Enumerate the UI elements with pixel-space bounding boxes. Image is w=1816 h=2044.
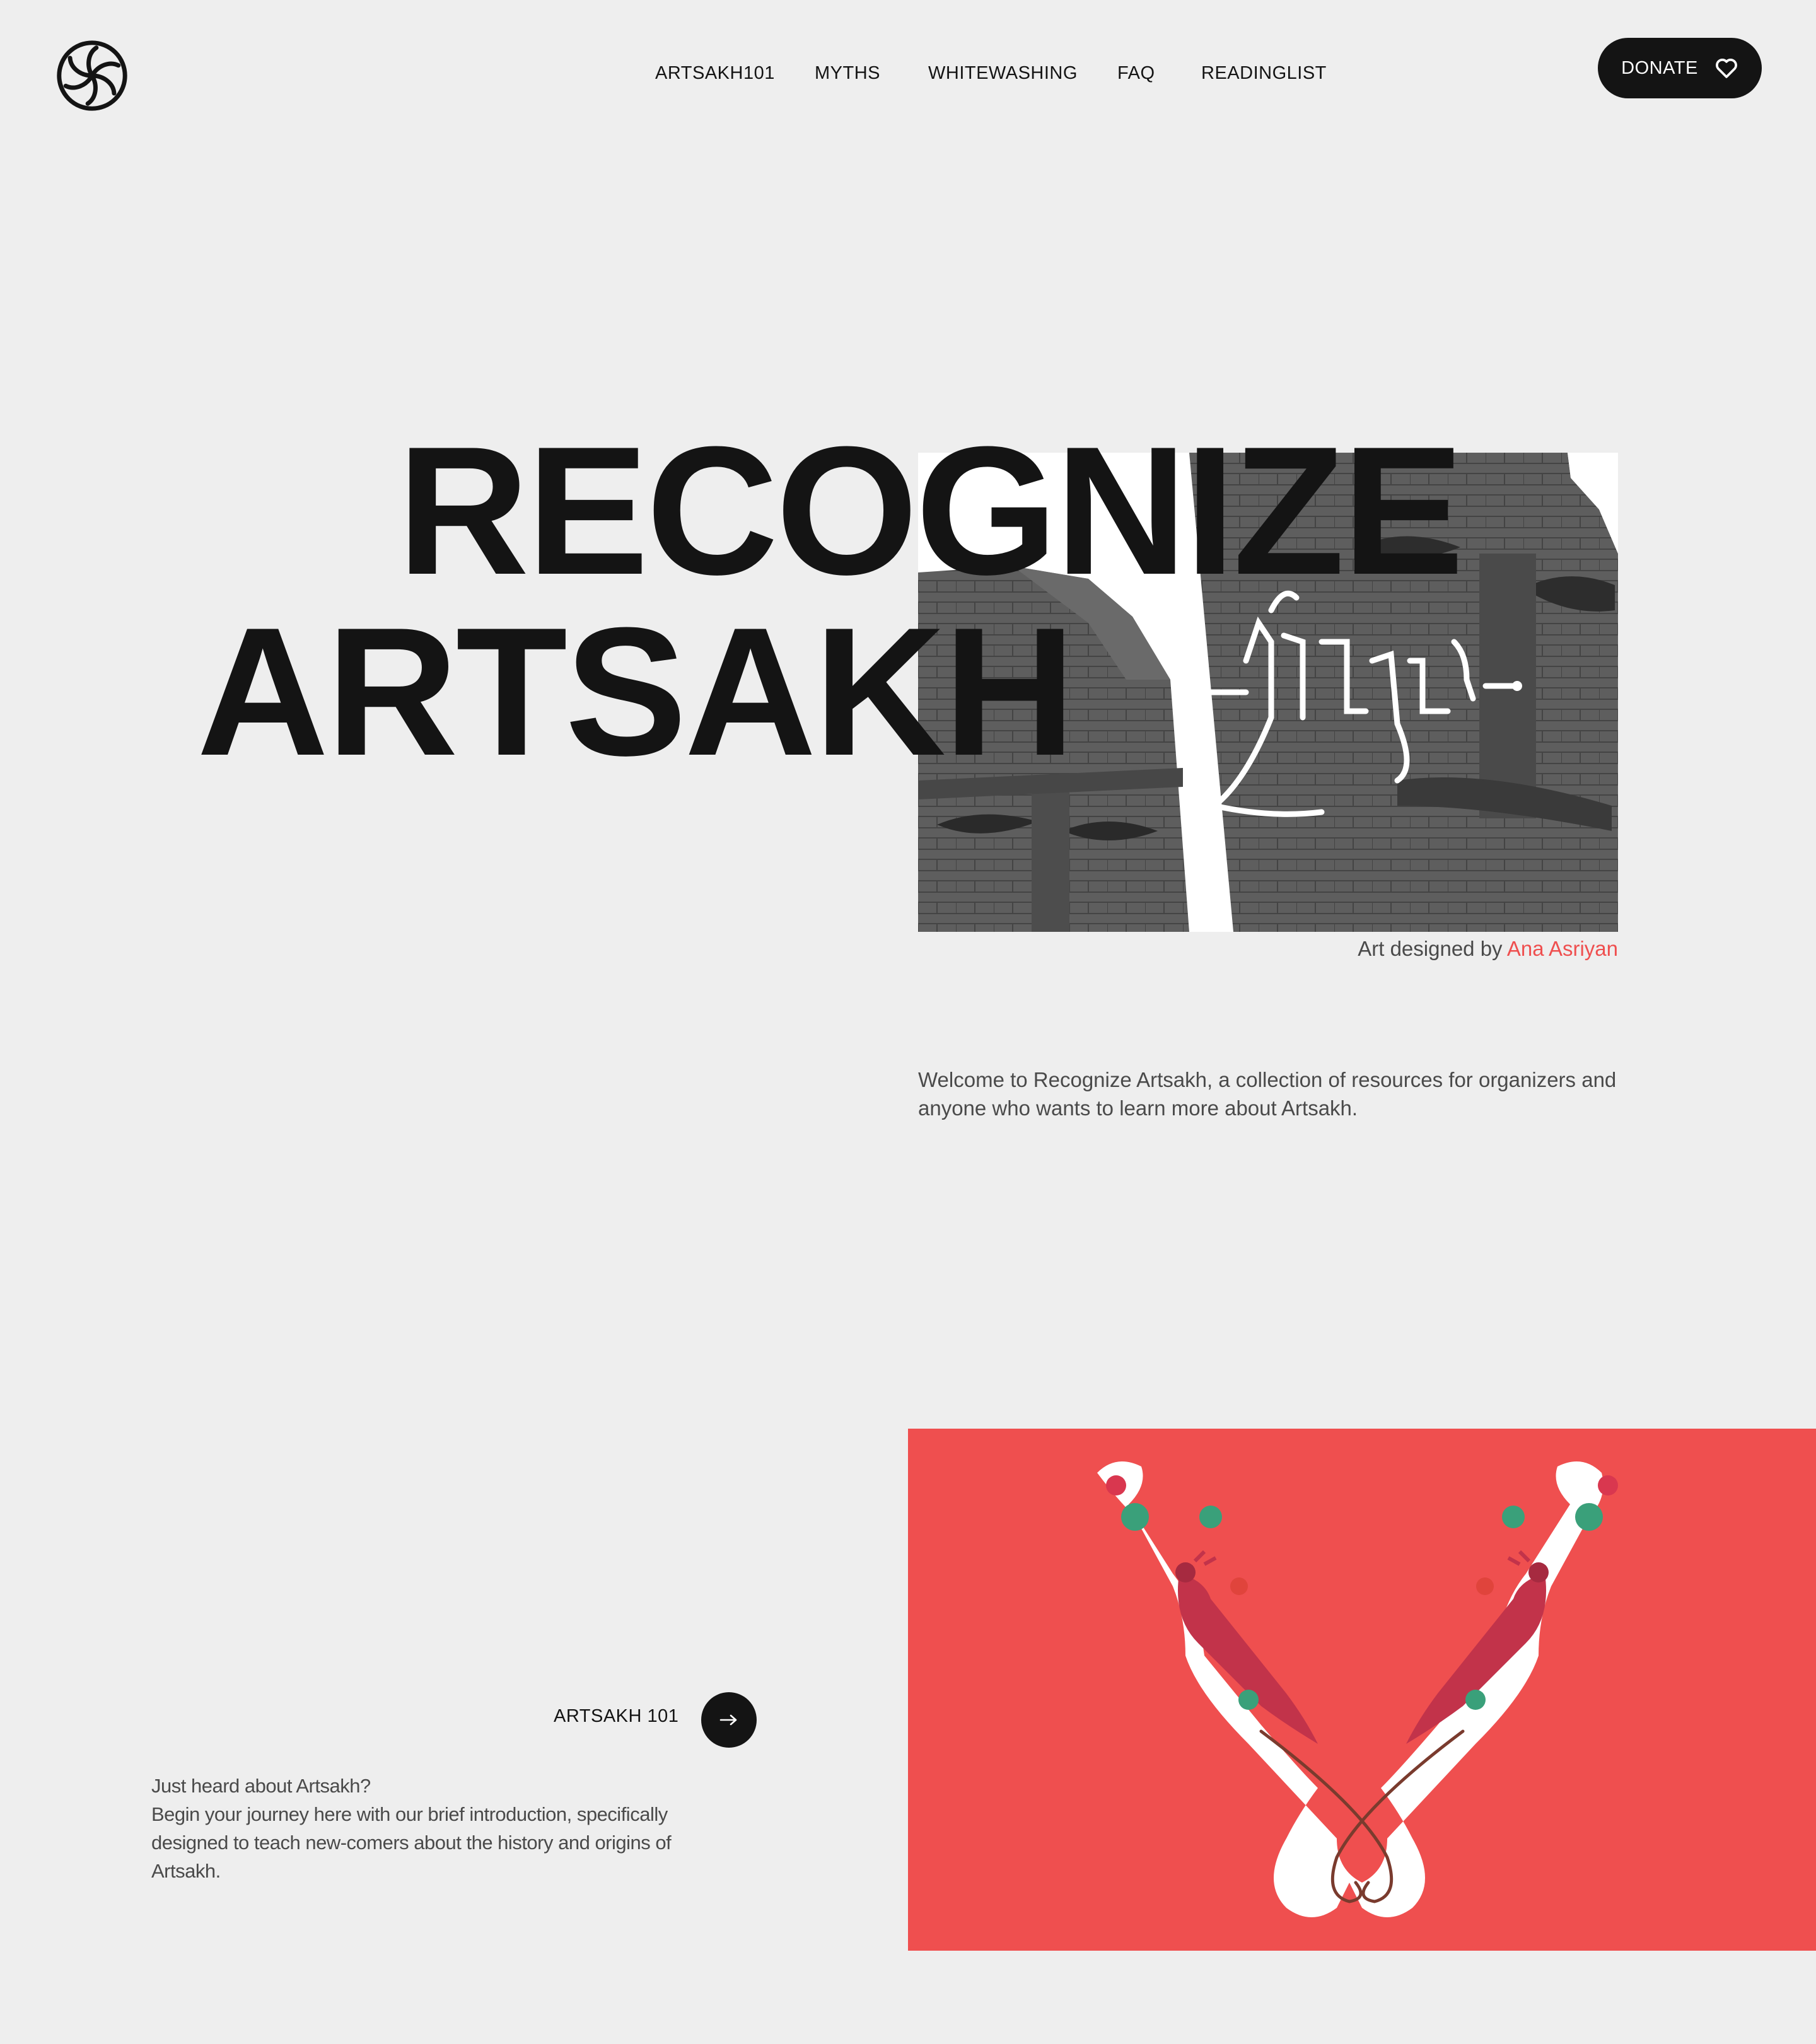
artsakh101-label[interactable]: ARTSAKH 101: [554, 1706, 678, 1727]
intro-description: Begin your journey here with our brief i…: [151, 1803, 672, 1882]
credit-artist-link[interactable]: Ana Asriyan: [1507, 937, 1618, 960]
nav-item-artsakh101[interactable]: ARTSAKH101: [655, 63, 775, 84]
hero-title-line1: RECOGNIZE: [397, 409, 1464, 613]
intro-question: Just heard about Artsakh?: [151, 1775, 371, 1797]
main-nav: ARTSAKH101 MYTHS WHITEWASHING FAQ READIN…: [0, 63, 1816, 88]
artsakh101-intro: Just heard about Artsakh? Begin your jou…: [151, 1772, 719, 1885]
donate-label: DONATE: [1621, 57, 1698, 78]
heart-icon: [1715, 59, 1737, 78]
nav-item-myths[interactable]: MYTHS: [815, 63, 880, 84]
nav-item-readinglist[interactable]: READINGLIST: [1201, 63, 1327, 84]
arrow-right-icon: [719, 1714, 737, 1726]
credit-prefix: Art designed by: [1358, 937, 1507, 960]
donate-button[interactable]: DONATE: [1598, 38, 1762, 98]
welcome-text: Welcome to Recognize Artsakh, a collecti…: [918, 1068, 1617, 1120]
birds-illustration-image: [908, 1429, 1816, 1951]
nav-item-whitewashing[interactable]: WHITEWASHING: [928, 63, 1078, 84]
art-credit: Art designed by Ana Asriyan: [918, 937, 1618, 961]
artsakh101-arrow-button[interactable]: [701, 1692, 757, 1748]
hero-title-line2: ARTSAKH: [197, 589, 1076, 794]
nav-item-faq[interactable]: FAQ: [1117, 63, 1155, 84]
